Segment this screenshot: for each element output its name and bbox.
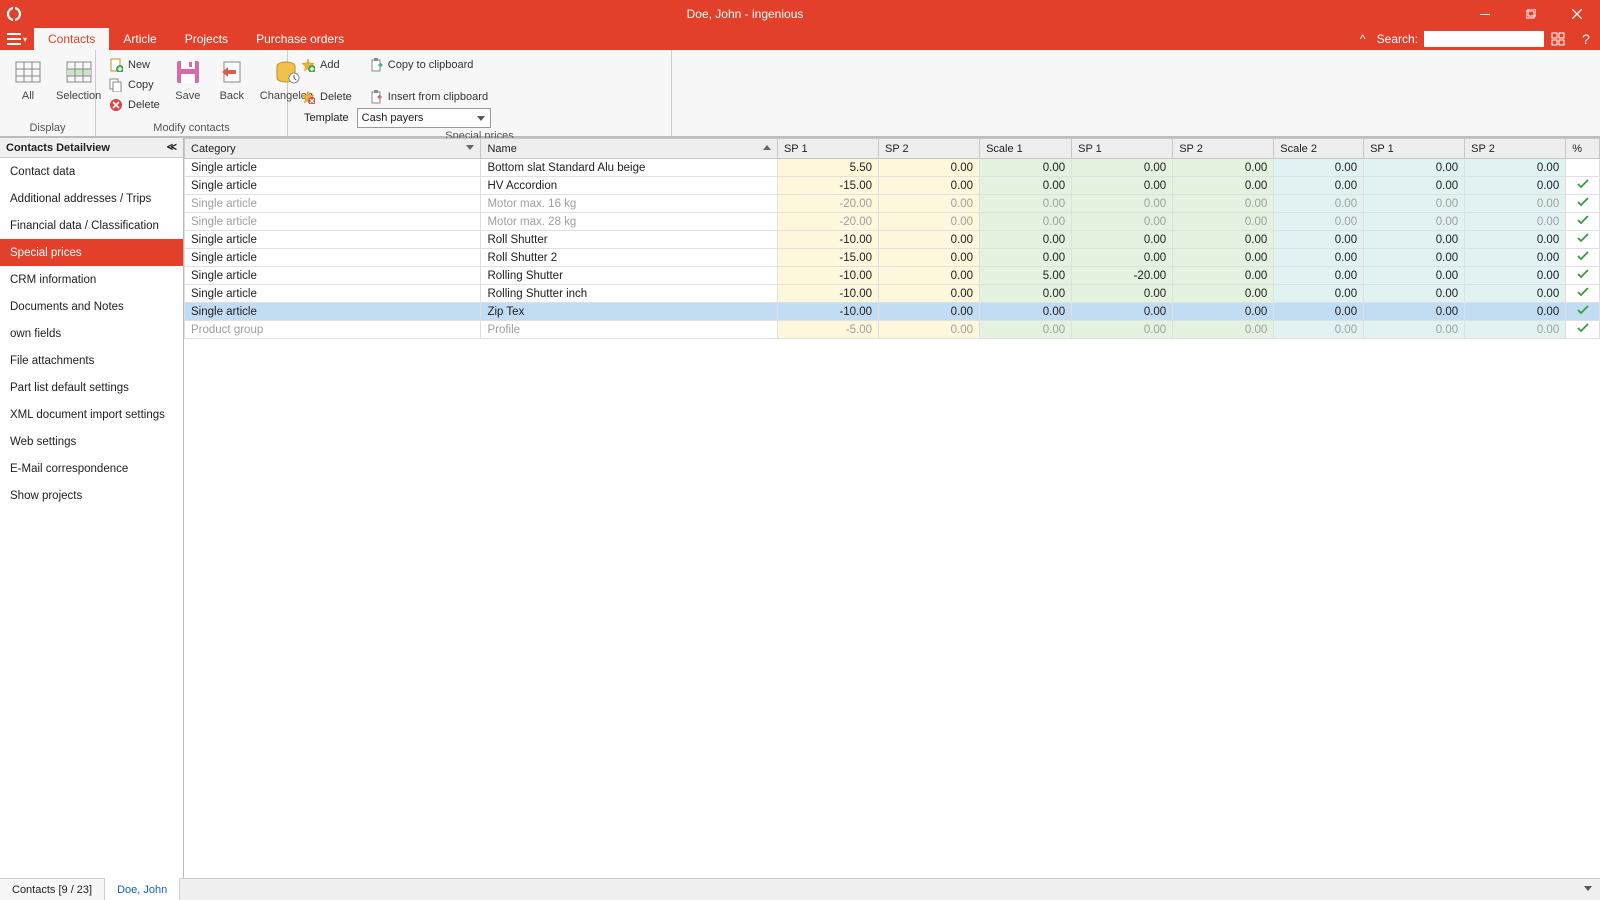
titlebar: Doe, John - ingenious (0, 0, 1600, 28)
search-label: Search: (1377, 28, 1424, 50)
grid-header-1[interactable]: Name (481, 139, 777, 159)
help-button[interactable]: ? (1572, 28, 1600, 50)
sidebar-item-own-fields[interactable]: own fields (0, 320, 183, 347)
ribbon-group-display: All Selection Display (0, 50, 96, 136)
insert-clipboard-button[interactable]: Insert from clipboard (366, 88, 490, 106)
grid-area: CategoryNameSP 1SP 2Scale 1SP 1SP 2Scale… (184, 138, 1600, 878)
row-check-icon (1566, 285, 1600, 303)
clipboard-insert-icon (368, 89, 384, 105)
delete-icon (108, 97, 124, 113)
delete-button[interactable]: Delete (106, 96, 162, 114)
row-check-icon (1566, 303, 1600, 321)
sidebar-collapse-icon[interactable]: ≪ (167, 142, 177, 153)
sidebar: Contacts Detailview ≪ Contact dataAdditi… (0, 138, 184, 878)
ribbon: All Selection Display New Copy Delete Sa… (0, 50, 1600, 138)
menu-tab-contacts[interactable]: Contacts (34, 28, 109, 50)
save-button[interactable]: Save (166, 54, 210, 104)
window-title: Doe, John - ingenious (28, 7, 1462, 21)
new-icon (108, 57, 124, 73)
sidebar-item-file-attachments[interactable]: File attachments (0, 347, 183, 374)
add-button[interactable]: Add (298, 56, 354, 74)
row-check-icon (1566, 195, 1600, 213)
search-input[interactable] (1424, 31, 1544, 47)
back-button[interactable]: Back (210, 54, 254, 104)
menu-tab-purchase-orders[interactable]: Purchase orders (242, 28, 358, 50)
grid-header-10[interactable]: % (1566, 139, 1600, 159)
sidebar-item-documents-and-notes[interactable]: Documents and Notes (0, 293, 183, 320)
window-close-button[interactable] (1554, 0, 1600, 28)
sidebar-item-crm-information[interactable]: CRM information (0, 266, 183, 293)
grid-header-0[interactable]: Category (185, 139, 481, 159)
grid-header-2[interactable]: SP 1 (777, 139, 878, 159)
list-menu-button[interactable]: ▾ (0, 28, 34, 50)
copy-clipboard-button[interactable]: Copy to clipboard (366, 56, 490, 74)
menubar: ▾ ContactsArticleProjectsPurchase orders… (0, 28, 1600, 50)
copy-button[interactable]: Copy (106, 76, 162, 94)
sidebar-item-part-list-default-settings[interactable]: Part list default settings (0, 374, 183, 401)
ribbon-group-special: Add Delete Copy to clipboard Insert from… (288, 50, 672, 136)
collapse-ribbon-button[interactable]: ^ (1349, 28, 1377, 50)
menu-tab-projects[interactable]: Projects (171, 28, 242, 50)
filter-dropdown-icon (466, 145, 474, 150)
row-check-icon (1566, 321, 1600, 339)
sidebar-item-contact-data[interactable]: Contact data (0, 158, 183, 185)
grid-header-6[interactable]: SP 2 (1173, 139, 1274, 159)
special-prices-grid[interactable]: CategoryNameSP 1SP 2Scale 1SP 1SP 2Scale… (184, 138, 1600, 339)
grid-header-7[interactable]: Scale 2 (1274, 139, 1364, 159)
grid-header-8[interactable]: SP 1 (1364, 139, 1465, 159)
table-row[interactable]: Single articleMotor max. 16 kg-20.000.00… (185, 195, 1600, 213)
sidebar-item-financial-data-classification[interactable]: Financial data / Classification (0, 212, 183, 239)
ribbon-group-modify: New Copy Delete Save Back Changelog Modi… (96, 50, 288, 136)
grid-header-9[interactable]: SP 2 (1465, 139, 1566, 159)
row-check-icon (1566, 213, 1600, 231)
row-check-icon (1566, 177, 1600, 195)
sidebar-item-additional-addresses-trips[interactable]: Additional addresses / Trips (0, 185, 183, 212)
status-tab-1[interactable]: Doe, John (105, 878, 180, 900)
row-check-icon (1566, 231, 1600, 249)
table-row[interactable]: Single articleRoll Shutter-10.000.000.00… (185, 231, 1600, 249)
table-row[interactable]: Single articleRolling Shutter-10.000.005… (185, 267, 1600, 285)
status-expand-button[interactable] (1576, 879, 1600, 900)
template-select[interactable]: Cash payers (357, 108, 491, 128)
sidebar-item-show-projects[interactable]: Show projects (0, 482, 183, 509)
table-row[interactable]: Single articleBottom slat Standard Alu b… (185, 159, 1600, 177)
grid-header-4[interactable]: Scale 1 (980, 139, 1072, 159)
display-all-button[interactable]: All (6, 54, 50, 104)
sidebar-item-web-settings[interactable]: Web settings (0, 428, 183, 455)
table-row[interactable]: Product groupProfile-5.000.000.000.000.0… (185, 321, 1600, 339)
table-row[interactable]: Single articleHV Accordion-15.000.000.00… (185, 177, 1600, 195)
table-row[interactable]: Single articleZip Tex-10.000.000.000.000… (185, 303, 1600, 321)
grid-icon (12, 56, 44, 88)
statusbar: Contacts [9 / 23]Doe, John (0, 878, 1600, 900)
delete-star-icon (300, 89, 316, 105)
grid-header-3[interactable]: SP 2 (879, 139, 980, 159)
row-check-icon (1566, 267, 1600, 285)
sidebar-item-special-prices[interactable]: Special prices (0, 239, 183, 266)
new-button[interactable]: New (106, 56, 162, 74)
row-check-icon (1566, 249, 1600, 267)
toolbar-icon[interactable] (1544, 28, 1572, 50)
status-tab-0[interactable]: Contacts [9 / 23] (0, 879, 105, 900)
back-icon (216, 56, 248, 88)
grid-header-5[interactable]: SP 1 (1072, 139, 1173, 159)
menu-tab-article[interactable]: Article (109, 28, 170, 50)
save-icon (172, 56, 204, 88)
row-check-icon (1566, 159, 1600, 177)
table-row[interactable]: Single articleRolling Shutter inch-10.00… (185, 285, 1600, 303)
grid-selection-icon (63, 56, 95, 88)
table-row[interactable]: Single articleRoll Shutter 2-15.000.000.… (185, 249, 1600, 267)
sidebar-header: Contacts Detailview ≪ (0, 138, 183, 158)
copy-icon (108, 77, 124, 93)
sidebar-item-e-mail-correspondence[interactable]: E-Mail correspondence (0, 455, 183, 482)
clipboard-copy-icon (368, 57, 384, 73)
add-icon (300, 57, 316, 73)
table-row[interactable]: Single articleMotor max. 28 kg-20.000.00… (185, 213, 1600, 231)
window-restore-button[interactable] (1508, 0, 1554, 28)
special-delete-button[interactable]: Delete (298, 88, 354, 106)
window-minimize-button[interactable] (1462, 0, 1508, 28)
template-label: Template (304, 112, 349, 124)
sidebar-item-xml-document-import-settings[interactable]: XML document import settings (0, 401, 183, 428)
app-logo (0, 0, 28, 28)
content-area: Contacts Detailview ≪ Contact dataAdditi… (0, 138, 1600, 878)
